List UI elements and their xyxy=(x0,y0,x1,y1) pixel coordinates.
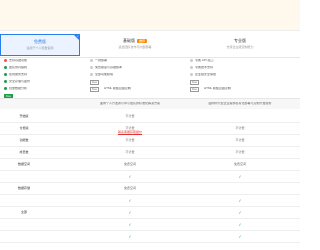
free-tag: Free xyxy=(190,87,199,92)
intro-row: 面向个人开发者与中小团队的标准化解决方案 面向中大型企业提供私有化部署与定制开发… xyxy=(0,98,300,109)
table-row: ✓ ✓ xyxy=(0,230,300,243)
status-dot-icon xyxy=(4,73,7,76)
row-label: 成员数 xyxy=(19,150,29,154)
plan-name: 专业版 xyxy=(234,38,246,43)
status-dot-icon xyxy=(4,87,7,90)
table-cell: ✓ xyxy=(238,174,242,179)
plan-desc: 适合团队协作与内部部署 xyxy=(118,45,152,49)
check-icon xyxy=(90,73,93,76)
table-cell: ✓ xyxy=(238,222,242,227)
table-cell: 不计费 xyxy=(125,114,135,118)
table-cell: ✓ xyxy=(128,174,132,179)
plan-name: 基础版 推荐 xyxy=(122,38,147,43)
row-label: 数据空间 xyxy=(17,162,30,166)
feature-list-basic: 一键部署 免费额度与基础版本 全部功能模块 Free Free HTML 模板自由… xyxy=(90,59,131,92)
status-dot-icon xyxy=(4,59,7,62)
table-cell: ✓ xyxy=(128,210,132,215)
plan-desc: 适用于个人轻量使用 xyxy=(26,46,54,50)
plan-desc: 支持企业级定制能力 xyxy=(226,45,254,49)
table-cell: ✓ xyxy=(128,234,132,239)
check-icon xyxy=(190,73,193,76)
check-icon: ✓ xyxy=(76,34,79,38)
table-cell: ✓ xyxy=(238,198,242,203)
table-cell: ✓ xyxy=(238,234,242,239)
table-cell: 不计费 xyxy=(235,126,245,130)
free-tag: Free xyxy=(190,80,199,85)
row-label: 功能数 xyxy=(19,138,29,142)
top-banner xyxy=(0,0,300,31)
status-dot-icon xyxy=(4,66,7,69)
plan-name: 免费版 xyxy=(34,39,46,44)
free-tag: Free xyxy=(90,80,99,85)
table-cell: ✓ xyxy=(238,210,242,215)
row-label: 全部 xyxy=(20,210,27,214)
check-icon xyxy=(190,66,193,69)
table-cell: 不计费 xyxy=(235,138,245,142)
table-cell: 免费空间 xyxy=(123,162,136,166)
row-label: 开始版 xyxy=(19,114,29,118)
table-cell: 不计费 xyxy=(125,150,135,154)
check-icon xyxy=(190,59,193,62)
check-icon xyxy=(90,66,93,69)
table-cell: 不计费 xyxy=(125,138,135,142)
table-cell: 免费空间 xyxy=(233,162,246,166)
table-cell: 不计费 xyxy=(235,150,245,154)
table-cell: ✓ xyxy=(128,222,132,227)
table-cell: ✓ xyxy=(128,198,132,203)
free-tag: Free xyxy=(90,87,99,92)
check-icon xyxy=(90,59,93,62)
plan-card-pro[interactable]: 专业版 支持企业级定制能力 xyxy=(190,34,290,54)
plan-card-free[interactable]: ✓ 免费版 适用于个人轻量使用 xyxy=(0,34,80,56)
status-dot-icon xyxy=(4,80,7,83)
row-label: 付费版 xyxy=(19,126,29,130)
table-cell: 免费空间 xyxy=(123,186,136,190)
table-cell: 不计费 联系客服获取报价 xyxy=(100,126,160,134)
feature-list-pro: 专属 API 接口 专属技术支持 企业级安全保障 Free Free HTML 模… xyxy=(190,59,231,92)
recommend-badge: 推荐 xyxy=(136,38,147,43)
plan-card-basic[interactable]: 基础版 推荐 适合团队协作与内部部署 xyxy=(90,34,180,54)
feature-list-free: 支持基础功能 团队协同编辑 在线服务支持 安全存储与备份 轻量数据分析 Free xyxy=(4,59,31,99)
row-label: 数据存储 xyxy=(17,186,30,190)
